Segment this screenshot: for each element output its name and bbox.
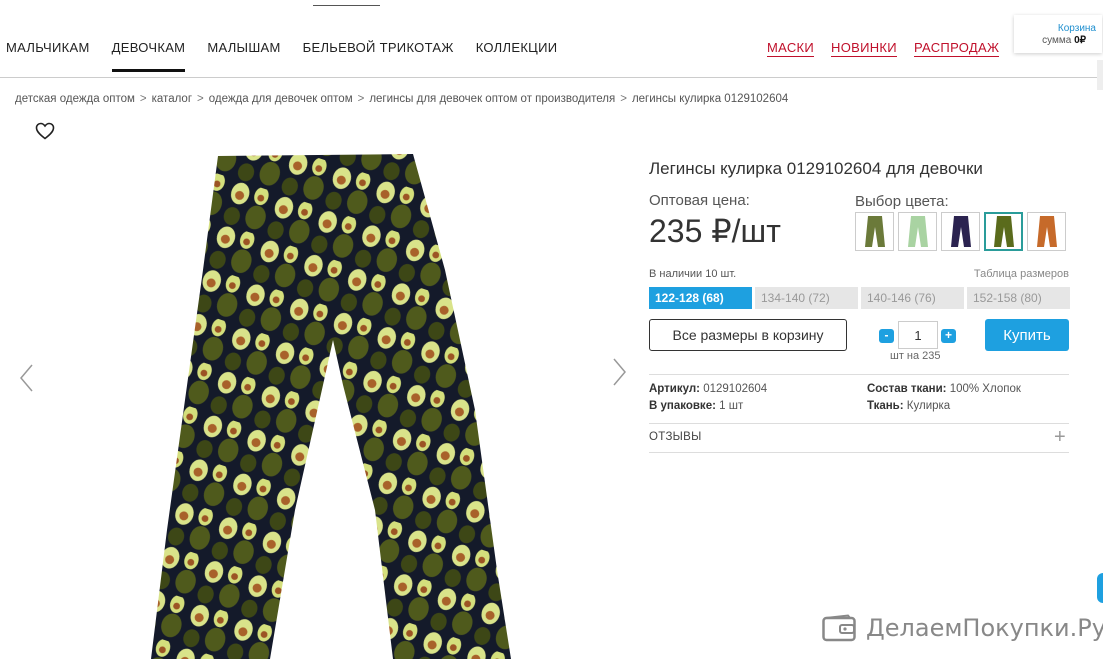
nav-left: МАЛЬЧИКАМ ДЕВОЧКАМ МАЛЫШАМ БЕЛЬЕВОЙ ТРИК… <box>6 40 579 72</box>
price-label: Оптовая цена: <box>649 192 750 209</box>
nav-item-babies[interactable]: МАЛЫШАМ <box>207 40 280 72</box>
quantity-decrement-button[interactable]: - <box>879 329 894 343</box>
divider <box>649 452 1069 453</box>
color-label: Выбор цвета: <box>855 193 949 210</box>
size-selector: 122-128 (68) 134-140 (72) 140-146 (76) 1… <box>649 287 1073 309</box>
nav-item-underwear[interactable]: БЕЛЬЕВОЙ ТРИКОТАЖ <box>303 40 454 72</box>
heart-icon[interactable] <box>35 122 55 140</box>
color-swatch[interactable] <box>1027 212 1066 251</box>
quantity-increment-button[interactable]: + <box>941 329 956 343</box>
leggings-thumb-icon <box>907 216 928 247</box>
article-value: 0129102604 <box>703 383 768 395</box>
reviews-toggle[interactable]: ОТЗЫВЫ <box>649 431 702 443</box>
product-title: Легинсы кулирка 0129102604 для девочки <box>649 159 983 178</box>
breadcrumb-separator: > <box>620 93 627 105</box>
nav-item-sale[interactable]: РАСПРОДАЖ <box>913 40 1000 57</box>
top-underline <box>313 5 380 6</box>
all-sizes-to-cart-button[interactable]: Все размеры в корзину <box>649 319 847 351</box>
nav-item-new[interactable]: НОВИНКИ <box>831 40 897 57</box>
leggings-thumb-icon <box>1036 216 1057 247</box>
breadcrumb-item[interactable]: детская одежда оптом <box>15 93 135 105</box>
breadcrumb-item[interactable]: одежда для девочек оптом <box>209 93 353 105</box>
main-nav: МАЛЬЧИКАМ ДЕВОЧКАМ МАЛЫШАМ БЕЛЬЕВОЙ ТРИК… <box>0 30 1103 78</box>
pack-row: В упаковке: 1 шт <box>649 400 743 412</box>
watermark-text: ДелаемПокупки.Ру <box>866 614 1103 642</box>
article-label: Артикул: <box>649 383 701 395</box>
nav-item-boys[interactable]: МАЛЬЧИКАМ <box>6 40 90 72</box>
side-tab[interactable] <box>1097 573 1103 603</box>
chevron-left-icon[interactable] <box>18 363 34 393</box>
pack-label: В упаковке: <box>649 400 716 412</box>
color-swatch[interactable] <box>898 212 937 251</box>
fabric-row: Ткань: Кулирка <box>867 400 950 412</box>
cart-sum-value: 0₽ <box>1074 35 1086 46</box>
plus-icon[interactable]: + <box>1054 426 1066 449</box>
nav-item-girls[interactable]: ДЕВОЧКАМ <box>111 40 186 72</box>
breadcrumb-item[interactable]: каталог <box>152 93 192 105</box>
breadcrumb-item[interactable]: легинсы для девочек оптом от производите… <box>369 93 615 105</box>
breadcrumb-separator: > <box>139 93 147 105</box>
divider <box>649 374 1069 375</box>
breadcrumb-separator: > <box>357 93 365 105</box>
color-swatch-selected[interactable] <box>984 212 1023 251</box>
watermark: ДелаемПокупки.Ру <box>822 614 1103 642</box>
stock-text: В наличии 10 шт. <box>649 268 737 280</box>
quantity-caption: шт на 235 <box>890 350 941 362</box>
top-strip <box>0 0 1103 8</box>
composition-value: 100% Хлопок <box>949 383 1021 395</box>
composition-label: Состав ткани: <box>867 383 947 395</box>
cart-label[interactable]: Корзина <box>1058 23 1096 34</box>
color-swatch[interactable] <box>941 212 980 251</box>
quantity-input[interactable] <box>898 321 938 349</box>
cart-widget[interactable]: Корзина сумма 0₽ <box>1014 15 1102 53</box>
cart-sum: сумма 0₽ <box>1042 35 1086 46</box>
nav-item-collections[interactable]: КОЛЛЕКЦИИ <box>476 40 558 72</box>
breadcrumb: детская одежда оптом > каталог > одежда для … <box>15 93 788 105</box>
divider <box>649 423 1069 424</box>
cart-edge <box>1097 60 1103 90</box>
color-swatches <box>855 212 1070 251</box>
size-option-selected[interactable]: 122-128 (68) <box>649 287 752 309</box>
fabric-value: Кулирка <box>906 400 951 412</box>
article-row: Артикул: 0129102604 <box>649 383 767 395</box>
product-info: Легинсы кулирка 0129102604 для девочки О… <box>649 150 1070 453</box>
buy-button[interactable]: Купить <box>985 319 1069 351</box>
leggings-thumb-icon <box>864 216 885 247</box>
breadcrumb-current: легинсы кулирка 0129102604 <box>631 93 789 105</box>
nav-right: МАСКИ НОВИНКИ РАСПРОДАЖ <box>767 40 1016 57</box>
pack-value: 1 шт <box>719 400 744 412</box>
fabric-label: Ткань: <box>867 400 904 412</box>
size-option[interactable]: 140-146 (76) <box>861 287 964 309</box>
size-option[interactable]: 134-140 (72) <box>755 287 858 309</box>
size-option[interactable]: 152-158 (80) <box>967 287 1070 309</box>
color-swatch[interactable] <box>855 212 894 251</box>
product-photo <box>151 154 511 659</box>
composition-row: Состав ткани: 100% Хлопок <box>867 383 1021 395</box>
leggings-thumb-icon <box>993 216 1014 247</box>
cart-sum-label: сумма <box>1042 35 1072 46</box>
quantity-stepper: - + <box>879 321 959 349</box>
nav-item-masks[interactable]: МАСКИ <box>767 40 815 57</box>
breadcrumb-separator: > <box>197 93 204 105</box>
size-table-link[interactable]: Таблица размеров <box>974 268 1069 280</box>
chevron-right-icon[interactable] <box>612 357 628 387</box>
wallet-icon <box>822 614 856 642</box>
leggings-thumb-icon <box>950 216 971 247</box>
product-price: 235 ₽/шт <box>649 213 781 249</box>
